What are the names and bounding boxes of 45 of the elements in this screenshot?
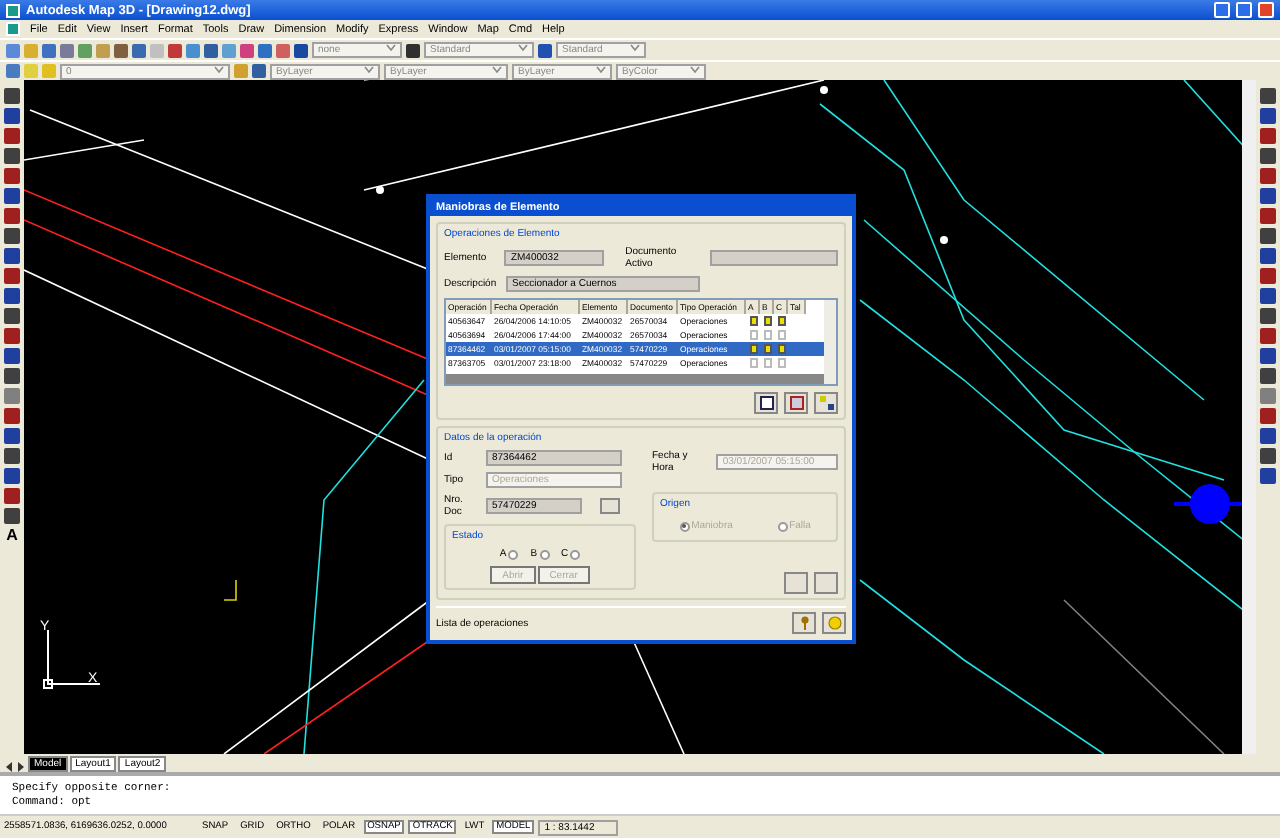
checkbox[interactable] <box>750 316 758 326</box>
scrollbar[interactable] <box>446 374 824 384</box>
radio-button[interactable] <box>508 549 519 559</box>
checkbox[interactable] <box>778 330 786 340</box>
caret-icon <box>386 44 396 52</box>
browse-button[interactable] <box>600 498 620 514</box>
radio-button[interactable] <box>570 549 581 559</box>
caret-icon <box>364 65 374 73</box>
document-icon <box>789 396 803 410</box>
app-icon <box>6 3 20 17</box>
text-tool-button[interactable]: A <box>6 528 18 544</box>
checkbox[interactable] <box>750 330 758 340</box>
checkbox[interactable] <box>764 344 772 354</box>
checkbox[interactable] <box>750 358 758 368</box>
checkbox[interactable] <box>778 358 786 368</box>
minimize-button[interactable] <box>1214 2 1230 18</box>
checkbox[interactable] <box>778 316 786 326</box>
key-button[interactable] <box>792 612 816 634</box>
checkbox[interactable] <box>764 358 772 368</box>
caret-icon <box>492 65 502 73</box>
caret-icon <box>690 65 700 73</box>
scrollbar[interactable] <box>824 300 836 384</box>
checkbox[interactable] <box>750 344 758 354</box>
radio-button[interactable] <box>539 549 550 559</box>
circle-icon <box>827 616 841 630</box>
caret-icon <box>518 44 528 52</box>
caret-icon <box>596 65 606 73</box>
key-icon <box>799 616 809 630</box>
toolbar-button[interactable] <box>814 392 838 414</box>
active-document-field[interactable] <box>710 250 838 266</box>
restore-button[interactable] <box>1236 2 1252 18</box>
document-icon <box>759 396 773 410</box>
checkbox[interactable] <box>778 344 786 354</box>
close-button[interactable] <box>1258 2 1274 18</box>
ok-button[interactable] <box>822 612 846 634</box>
toolbar-button[interactable] <box>538 43 552 57</box>
checkbox[interactable] <box>764 330 772 340</box>
radio-button[interactable] <box>679 521 690 531</box>
caret-icon <box>214 65 224 73</box>
toolbar-button[interactable] <box>406 43 420 57</box>
toolbar-button[interactable] <box>754 392 778 414</box>
scrollbar[interactable] <box>1242 80 1256 754</box>
caret-icon <box>630 44 640 52</box>
checkbox[interactable] <box>764 316 772 326</box>
radio-button[interactable] <box>777 521 788 531</box>
